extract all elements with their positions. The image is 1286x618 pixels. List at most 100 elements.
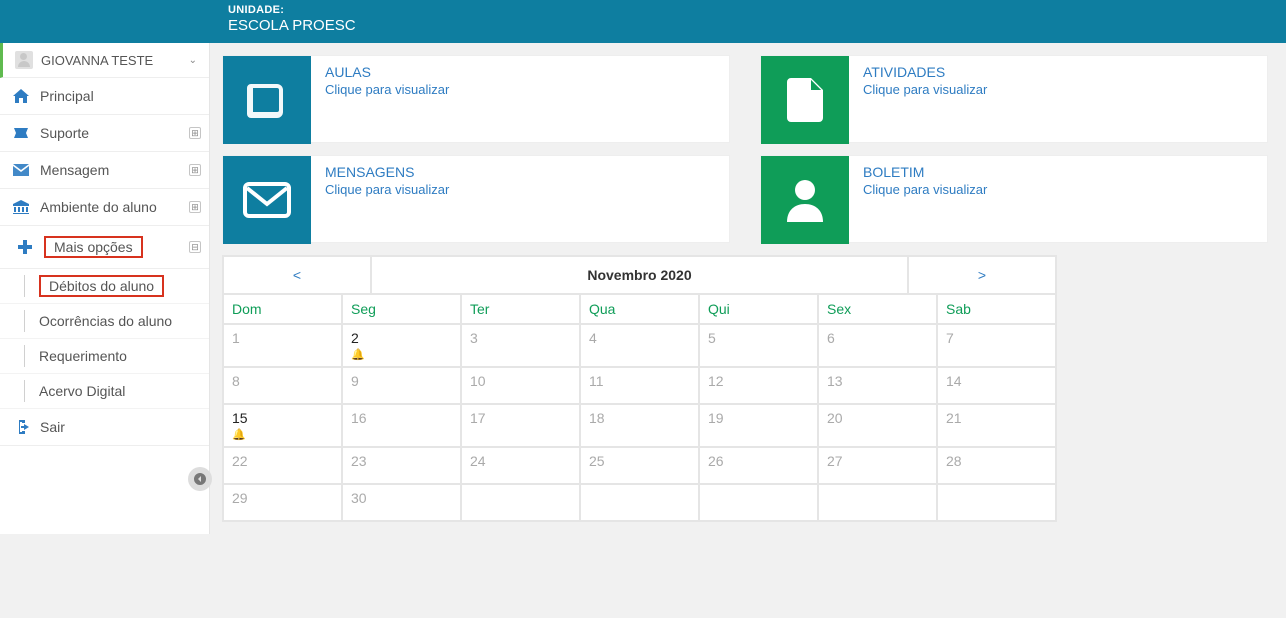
- card-aulas[interactable]: AULAS Clique para visualizar: [222, 55, 730, 143]
- sidebar-item-label: Requerimento: [39, 348, 209, 364]
- calendar-day-cell[interactable]: 19: [699, 404, 818, 447]
- calendar-day-cell[interactable]: 29: [223, 484, 342, 521]
- sidebar: GIOVANNA TESTE ⌄ Principal Suporte ⊞ Men…: [0, 43, 210, 534]
- calendar-day-header: Ter: [461, 294, 580, 324]
- sidebar-item-suporte[interactable]: Suporte ⊞: [0, 115, 209, 152]
- calendar-day-cell[interactable]: 15🔔: [223, 404, 342, 447]
- calendar-day-cell[interactable]: 26: [699, 447, 818, 484]
- calendar-day-headers: DomSegTerQuaQuiSexSab: [223, 294, 1056, 324]
- calendar-week-row: 22232425262728: [223, 447, 1056, 484]
- calendar-day-cell[interactable]: 8: [223, 367, 342, 404]
- highlight-box: Mais opções: [44, 236, 143, 258]
- calendar-week-row: 12🔔34567: [223, 324, 1056, 367]
- card-subtitle: Clique para visualizar: [863, 82, 987, 97]
- calendar-day-cell[interactable]: 6: [818, 324, 937, 367]
- highlight-box: Débitos do aluno: [39, 275, 164, 297]
- calendar-day-cell[interactable]: 4: [580, 324, 699, 367]
- unit-title: ESCOLA PROESC: [228, 17, 1286, 34]
- calendar-day-cell[interactable]: 30: [342, 484, 461, 521]
- calendar-day-cell[interactable]: 7: [937, 324, 1056, 367]
- calendar-day-header: Qui: [699, 294, 818, 324]
- calendar-day-cell: [937, 484, 1056, 521]
- sidebar-item-label: Sair: [40, 419, 197, 435]
- sidebar-item-label: Débitos do aluno: [49, 278, 154, 294]
- calendar-day-cell[interactable]: 13: [818, 367, 937, 404]
- calendar-day-cell[interactable]: 24: [461, 447, 580, 484]
- card-mensagens[interactable]: MENSAGENS Clique para visualizar: [222, 155, 730, 243]
- calendar-day-cell[interactable]: 23: [342, 447, 461, 484]
- collapse-icon[interactable]: ⊟: [189, 241, 201, 253]
- card-title: ATIVIDADES: [863, 64, 987, 80]
- calendar-week-row: 15🔔161718192021: [223, 404, 1056, 447]
- calendar-day-header: Dom: [223, 294, 342, 324]
- file-icon: [761, 56, 849, 144]
- calendar-day-cell[interactable]: 9: [342, 367, 461, 404]
- sidebar-item-acervo[interactable]: Acervo Digital: [0, 374, 209, 409]
- calendar-day-cell: [580, 484, 699, 521]
- calendar-day-cell[interactable]: 5: [699, 324, 818, 367]
- calendar: < Novembro 2020 > DomSegTerQuaQuiSexSab …: [222, 255, 1057, 522]
- ticket-icon: [12, 127, 30, 139]
- sidebar-item-mensagem[interactable]: Mensagem ⊞: [0, 152, 209, 189]
- calendar-day-cell[interactable]: 22: [223, 447, 342, 484]
- calendar-day-cell[interactable]: 2🔔: [342, 324, 461, 367]
- arrow-left-icon: [194, 473, 206, 485]
- calendar-day-cell[interactable]: 18: [580, 404, 699, 447]
- calendar-day-cell[interactable]: 20: [818, 404, 937, 447]
- calendar-day-header: Qua: [580, 294, 699, 324]
- tree-line: [24, 310, 25, 332]
- calendar-day-cell[interactable]: 12: [699, 367, 818, 404]
- calendar-day-cell[interactable]: 16: [342, 404, 461, 447]
- calendar-day-cell[interactable]: 1: [223, 324, 342, 367]
- main-content: AULAS Clique para visualizar MENSAGENS C…: [210, 43, 1286, 534]
- calendar-day-cell[interactable]: 10: [461, 367, 580, 404]
- sidebar-item-requerimento[interactable]: Requerimento: [0, 339, 209, 374]
- calendar-week-row: 2930: [223, 484, 1056, 521]
- sidebar-item-label: Principal: [40, 88, 197, 104]
- card-subtitle: Clique para visualizar: [325, 182, 449, 197]
- expand-icon[interactable]: ⊞: [189, 164, 201, 176]
- tree-line: [24, 345, 25, 367]
- calendar-day-cell[interactable]: 11: [580, 367, 699, 404]
- user-menu[interactable]: GIOVANNA TESTE ⌄: [0, 43, 209, 78]
- calendar-day-cell: [818, 484, 937, 521]
- sidebar-item-sair[interactable]: Sair: [0, 409, 209, 446]
- expand-icon[interactable]: ⊞: [189, 201, 201, 213]
- card-boletim[interactable]: BOLETIM Clique para visualizar: [760, 155, 1268, 243]
- sidebar-item-ambiente[interactable]: Ambiente do aluno ⊞: [0, 189, 209, 226]
- calendar-day-cell[interactable]: 3: [461, 324, 580, 367]
- sidebar-item-ocorrencias[interactable]: Ocorrências do aluno: [0, 304, 209, 339]
- user-icon: [761, 156, 849, 244]
- calendar-title: Novembro 2020: [371, 256, 908, 294]
- sidebar-item-mais-opcoes[interactable]: Mais opções ⊟: [0, 226, 209, 269]
- unit-label: UNIDADE:: [228, 4, 1286, 16]
- calendar-week-row: 891011121314: [223, 367, 1056, 404]
- sidebar-collapse-button[interactable]: [188, 467, 212, 491]
- sidebar-item-debitos[interactable]: Débitos do aluno: [0, 269, 209, 304]
- calendar-day-cell[interactable]: 17: [461, 404, 580, 447]
- expand-icon[interactable]: ⊞: [189, 127, 201, 139]
- envelope-icon: [223, 156, 311, 244]
- calendar-day-cell[interactable]: 21: [937, 404, 1056, 447]
- sidebar-item-label: Suporte: [40, 125, 197, 141]
- topbar: UNIDADE: ESCOLA PROESC: [0, 0, 1286, 43]
- bell-icon: 🔔: [232, 428, 333, 441]
- calendar-next-button[interactable]: >: [908, 256, 1056, 294]
- tree-line: [24, 380, 25, 402]
- sidebar-item-principal[interactable]: Principal: [0, 78, 209, 115]
- home-icon: [12, 89, 30, 103]
- chevron-down-icon: ⌄: [189, 55, 197, 66]
- calendar-day-cell[interactable]: 27: [818, 447, 937, 484]
- card-atividades[interactable]: ATIVIDADES Clique para visualizar: [760, 55, 1268, 143]
- card-title: BOLETIM: [863, 164, 987, 180]
- card-title: MENSAGENS: [325, 164, 449, 180]
- calendar-prev-button[interactable]: <: [223, 256, 371, 294]
- user-name: GIOVANNA TESTE: [41, 53, 181, 68]
- envelope-icon: [12, 164, 30, 176]
- calendar-day-cell[interactable]: 28: [937, 447, 1056, 484]
- calendar-day-cell[interactable]: 14: [937, 367, 1056, 404]
- calendar-day-cell[interactable]: 25: [580, 447, 699, 484]
- sidebar-item-label: Acervo Digital: [39, 383, 209, 399]
- bell-icon: 🔔: [351, 348, 452, 361]
- plus-icon: [16, 240, 34, 254]
